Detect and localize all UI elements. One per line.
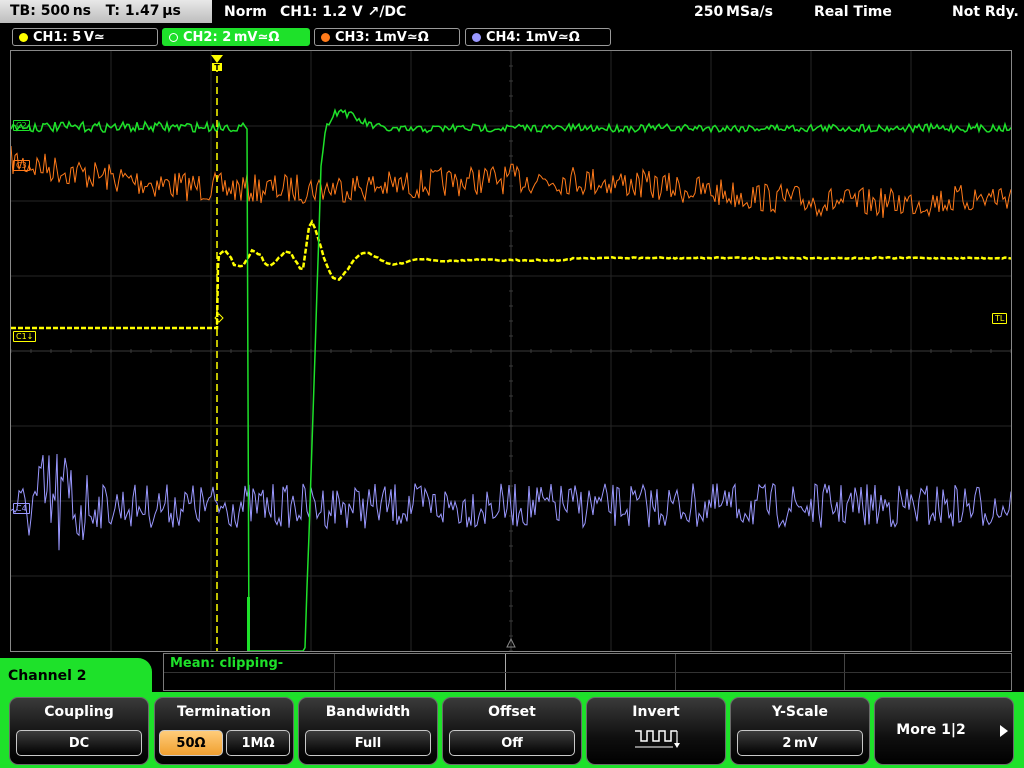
ch1-level-marker[interactable]: C1↓ (13, 331, 37, 342)
offset-value[interactable]: Off (449, 730, 575, 756)
ch2-level-marker[interactable]: C2 (13, 120, 30, 131)
termination-label: Termination (177, 704, 271, 720)
coupling-softkey[interactable]: Coupling DC (9, 697, 149, 765)
channel-tab-ch4[interactable]: CH4: 1mV≃Ω (465, 28, 611, 46)
graticule-grid (11, 51, 1011, 651)
trigger-mode[interactable]: Norm (224, 0, 267, 24)
inverted-square-wave-icon (635, 730, 680, 748)
timebase-value: TB: 500 ns (10, 3, 92, 19)
waveform-canvas[interactable]: T (11, 51, 1011, 651)
panel-title-tab: Channel 2 (0, 658, 152, 698)
trigger-position-icon (211, 55, 223, 63)
more-label: More 1|2 (896, 722, 966, 738)
offset-label: Offset (488, 704, 536, 720)
measurement-readout: Mean: clipping- (170, 656, 284, 671)
termination-50ohm-option[interactable]: 50Ω (159, 730, 223, 756)
ch1-tab-label: CH1: 5 V≃ (33, 30, 105, 45)
ch2-color-dot (169, 33, 178, 42)
yscale-label: Y-Scale (771, 704, 828, 720)
trigger-level-marker[interactable]: TL (992, 313, 1008, 324)
bandwidth-softkey[interactable]: Bandwidth Full (298, 697, 438, 765)
yscale-value[interactable]: 2 mV (737, 730, 863, 756)
termination-softkey[interactable]: Termination 50Ω 1MΩ (154, 697, 294, 765)
ch1-color-dot (19, 33, 28, 42)
yscale-softkey[interactable]: Y-Scale 2 mV (730, 697, 870, 765)
measurement-strip[interactable]: Mean: clipping- (163, 653, 1012, 691)
ch2-tab-label: CH2: 2 mV≃Ω (183, 30, 280, 45)
trigger-time-value: T: 1.47 µs (105, 3, 181, 19)
offset-softkey[interactable]: Offset Off (442, 697, 582, 765)
ch3-level-marker[interactable]: C3 (13, 160, 30, 171)
sample-rate: 250 MSa/s (694, 4, 773, 20)
ch4-color-dot (472, 33, 481, 42)
ch3-color-dot (321, 33, 330, 42)
panel-title: Channel 2 (8, 668, 87, 684)
bandwidth-value[interactable]: Full (305, 730, 431, 756)
coupling-label: Coupling (44, 704, 114, 720)
acquisition-mode: Real Time (814, 4, 892, 20)
more-softkey[interactable]: More 1|2 (874, 697, 1014, 765)
ch2-clip-bar (247, 597, 250, 651)
timebase-box[interactable]: TB: 500 ns T: 1.47 µs (0, 0, 212, 23)
invert-label: Invert (632, 704, 680, 720)
ch4-level-marker[interactable]: C4 (13, 503, 30, 514)
ch3-tab-label: CH3: 1mV≃Ω (335, 30, 429, 45)
trigger-label: T (214, 63, 220, 72)
channel-tab-ch2[interactable]: CH2: 2 mV≃Ω (162, 28, 310, 46)
bandwidth-label: Bandwidth (325, 704, 411, 720)
trigger-settings[interactable]: CH1: 1.2 V ↗/DC (280, 0, 406, 24)
invert-softkey[interactable]: Invert (586, 697, 726, 765)
termination-1mohm-option[interactable]: 1MΩ (226, 730, 290, 756)
trigger-status: Not Rdy. (952, 4, 1019, 20)
ch4-tab-label: CH4: 1mV≃Ω (486, 30, 580, 45)
chevron-right-icon (1000, 725, 1008, 737)
meas-row-divider (164, 672, 1011, 673)
channel-tab-ch3[interactable]: CH3: 1mV≃Ω (314, 28, 460, 46)
coupling-value[interactable]: DC (16, 730, 142, 756)
status-bar: TB: 500 ns T: 1.47 µs Norm CH1: 1.2 V ↗/… (0, 0, 1024, 24)
channel-tab-ch1[interactable]: CH1: 5 V≃ (12, 28, 158, 46)
